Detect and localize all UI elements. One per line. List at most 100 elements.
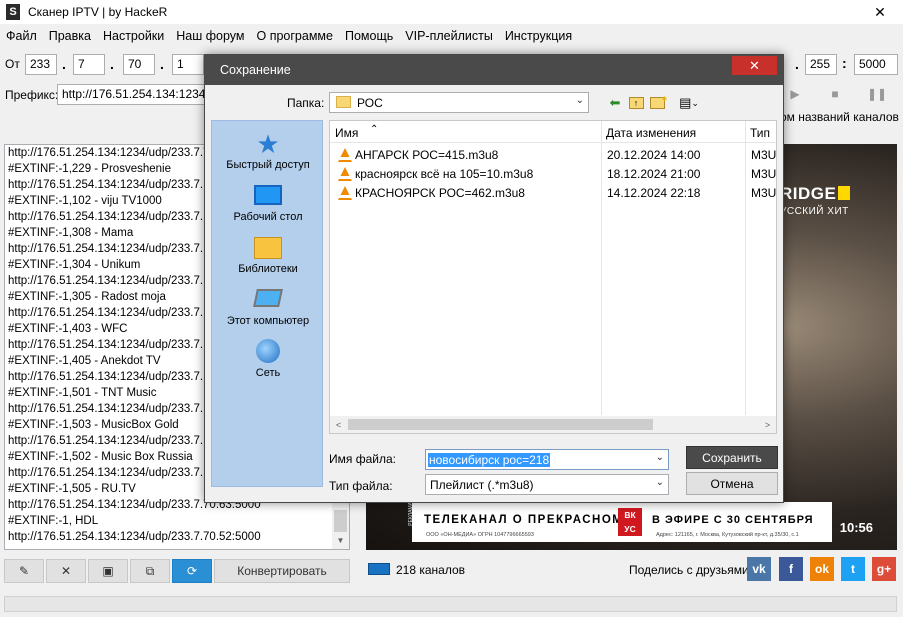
ip-dot: . [110,56,114,72]
place-label: Сеть [255,367,281,379]
this-computer-place[interactable] [212,285,324,310]
pencil-icon: ✎ [18,564,30,578]
ip-octet-1-input[interactable]: 233 [25,54,57,75]
save-dialog: Сохранение ✕ Папка: РОС ⌄ ⬅ ↑ ✶ ▤ ⌄ ★ Быс… [204,54,784,503]
menu-settings[interactable]: Настройки [97,29,170,43]
playlist-line: http://176.51.254.134:1234/udp/233.7.70.… [8,531,261,543]
ip-end-input[interactable]: 255 [805,54,837,75]
menu-file[interactable]: Файл [0,29,43,43]
file-name: АНГАРСК РОС=415.m3u8 [355,148,499,162]
scroll-right-icon[interactable]: > [759,416,776,433]
scrollbar-thumb[interactable] [348,419,653,430]
ip-octet-2-input[interactable]: 7 [73,54,105,75]
back-arrow-icon[interactable]: ⬅ [607,95,623,111]
copy-button[interactable]: ⧉ [130,559,170,583]
file-list-hscrollbar[interactable]: < > [330,416,776,433]
libraries-icon [254,237,282,259]
computer-icon [253,289,283,307]
convert-button[interactable]: Конвертировать [214,559,350,583]
odnoklassniki-icon[interactable]: ok [810,557,834,581]
scrollbar-thumb[interactable] [334,510,347,532]
libraries-place[interactable] [212,235,324,262]
column-type-header[interactable]: Тип [750,126,770,140]
floppy-icon: ▣ [102,564,114,578]
port-input[interactable]: 5000 [854,54,898,75]
filetype-select[interactable]: Плейлист (.*m3u8) ⌄ [425,474,669,495]
column-name-header[interactable]: Имя [335,126,358,140]
ip-octet-4-input[interactable]: 1 [172,54,204,75]
network-place[interactable] [212,337,324,366]
file-date: 14.12.2024 22:18 [607,186,701,200]
facebook-icon[interactable]: f [779,557,803,581]
up-folder-icon[interactable]: ↑ [627,95,645,111]
filetype-value: Плейлист (.*m3u8) [430,478,534,492]
chevron-down-icon: ⌄ [575,95,584,106]
file-date: 20.12.2024 14:00 [607,148,701,162]
vlc-file-icon [338,148,352,162]
stop-icon[interactable]: ■ [820,84,850,104]
new-folder-icon[interactable]: ✶ [649,94,669,111]
chevron-down-icon: ⌄ [655,477,664,488]
filetype-label: Тип файла: [329,479,393,493]
dialog-titlebar: Сохранение ✕ [205,55,783,85]
pause-icon[interactable]: ❚❚ [862,84,892,104]
star-icon: ★ [256,129,280,159]
app-titlebar: S Сканер IPTV | by HackeR ✕ [0,0,903,24]
menu-forum[interactable]: Наш форум [170,29,250,43]
save-button[interactable]: Сохранить [686,446,778,469]
place-label: Этот компьютер [226,315,310,327]
desktop-place[interactable] [212,183,324,208]
ip-octet-3-input[interactable]: 70 [123,54,155,75]
tv-icon [368,563,390,575]
menu-edit[interactable]: Правка [43,29,97,43]
ad-logo: ВК УС [618,508,642,536]
filename-label: Имя файла: [329,452,396,466]
channel-brand-logo: RIDGE [780,184,851,204]
prefix-input[interactable]: http://176.51.254.134:1234/udp/ [57,84,207,105]
file-row[interactable]: АНГАРСК РОС=415.m3u8 20.12.2024 14:00 M3… [330,146,776,165]
play-icon[interactable]: ▶ [780,84,810,104]
column-date-header[interactable]: Дата изменения [606,126,696,140]
refresh-button[interactable]: ⟳ [172,559,212,583]
cancel-button[interactable]: Отмена [686,472,778,495]
folder-icon [336,96,351,108]
scroll-left-icon[interactable]: < [330,416,347,433]
view-menu-icon[interactable]: ▤ ⌄ [674,95,704,111]
filename-input[interactable]: новосибирск рос=218 ⌄ [425,449,669,470]
quick-access-place[interactable]: ★ [212,129,324,159]
ip-dot: . [62,56,66,72]
menu-help[interactable]: Помощь [339,29,399,43]
vlc-file-icon [338,186,352,200]
googleplus-icon[interactable]: g+ [872,557,896,581]
ad-fineprint: ООО «ОН-МЕДИА» ОГРН 1047796665593 [426,532,534,538]
close-icon: ✕ [60,564,72,578]
clear-button[interactable]: ✕ [46,559,86,583]
folder-select[interactable]: РОС ⌄ [329,92,589,113]
twitter-icon[interactable]: t [841,557,865,581]
from-label: От [5,57,20,71]
menu-instructions[interactable]: Инструкция [499,29,578,43]
file-row[interactable]: КРАСНОЯРСК РОС=462.m3u8 14.12.2024 22:18… [330,184,776,203]
share-label: Поделись с друзьями: [629,563,753,577]
ad-banner: ТЕЛЕКАНАЛ О ПРЕКРАСНОМ ВК УС В ЭФИРЕ С 3… [412,502,832,542]
video-clock: 10:56 [839,520,873,535]
ad-fineprint-address: Адрес: 121165, г. Москва, Кутузовский пр… [656,532,799,538]
dialog-close-button[interactable]: ✕ [732,56,777,75]
progress-bar [4,596,897,612]
places-bar: ★ Быстрый доступ Рабочий стол Библиотеки… [211,120,323,487]
sort-up-icon: ⌃ [370,124,379,135]
chevron-down-icon[interactable]: ⌄ [656,452,664,463]
file-list[interactable]: Имя ⌃ Дата изменения Тип АНГАРСК РОС=415… [329,120,777,434]
window-close-button[interactable]: ✕ [857,0,903,24]
file-row[interactable]: красноярск всё на 105=10.m3u8 18.12.2024… [330,165,776,184]
scroll-down-icon[interactable]: ▼ [332,532,349,549]
vk-icon[interactable]: vk [747,557,771,581]
channel-brand-subtitle: УССКИЙ ХИТ [780,206,849,217]
edit-button[interactable]: ✎ [4,559,44,583]
menu-vip-playlists[interactable]: VIP-плейлисты [399,29,499,43]
folder-label: Папка: [287,96,325,110]
menu-about[interactable]: О программе [251,29,339,43]
save-playlist-button[interactable]: ▣ [88,559,128,583]
port-separator: : [842,55,847,71]
copy-icon: ⧉ [145,563,155,578]
